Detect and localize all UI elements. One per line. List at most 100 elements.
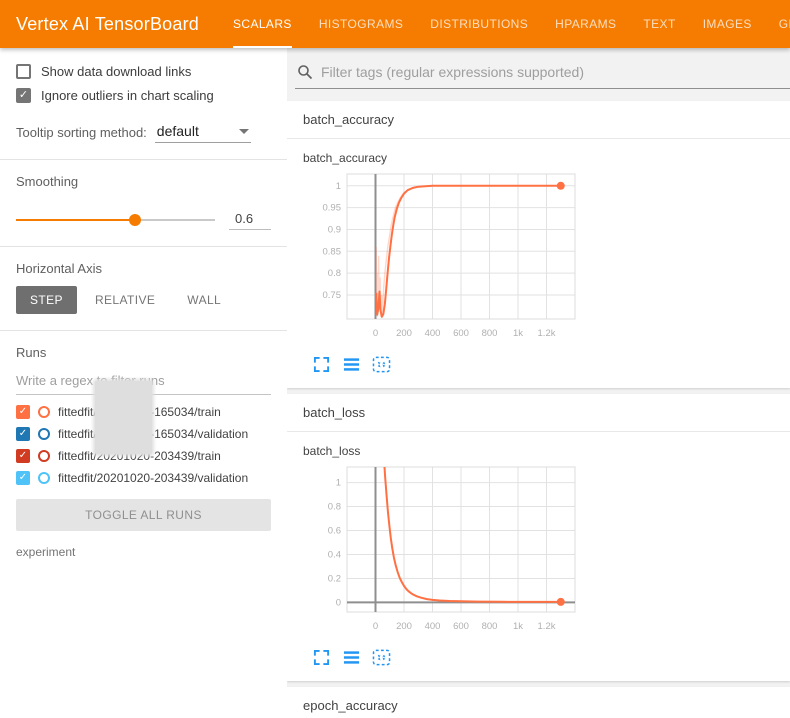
ignore-outliers-checkbox[interactable]: ✓ Ignore outliers in chart scaling (16, 88, 271, 103)
svg-text:1k: 1k (513, 621, 523, 632)
smoothing-slider[interactable] (16, 213, 215, 227)
divider (0, 159, 287, 160)
tab-label: DISTRIBUTIONS (430, 17, 528, 31)
svg-text:200: 200 (396, 621, 412, 632)
checkbox-icon: ✓ (16, 88, 31, 103)
svg-text:0.4: 0.4 (328, 549, 341, 560)
scalar-chart[interactable]: 02004006008001k1.2k0.750.80.850.90.951 (303, 167, 589, 350)
tag-card: batch_loss batch_loss 0 200 400 600 800 1k 1.2… (287, 394, 790, 681)
run-label: fittedfit/20201020-203439/validation (58, 471, 248, 485)
fit-domain-icon[interactable] (371, 647, 391, 667)
tab-label: GRAPHS (779, 17, 790, 31)
divider (0, 246, 287, 247)
tab-label: TEXT (643, 17, 675, 31)
run-checkbox-icon[interactable]: ✓ (16, 449, 30, 463)
run-radio-icon[interactable] (38, 428, 50, 440)
axis-step-button[interactable]: STEP (16, 286, 77, 314)
checkbox-icon (16, 64, 31, 79)
svg-text:0.6: 0.6 (328, 526, 341, 537)
fit-domain-icon[interactable] (371, 354, 391, 374)
smoothing-label: Smoothing (16, 174, 271, 189)
tab-label: IMAGES (703, 17, 752, 31)
chart-actions (311, 354, 774, 374)
tab-label: SCALARS (233, 17, 292, 31)
scalar-chart[interactable]: 02004006008001k1.2k00.20.40.60.81 (303, 460, 589, 643)
runs-label: Runs (16, 345, 271, 360)
main-panel: batch_accuracy batch_accuracy 0200400600… (287, 48, 790, 718)
tab-label: HPARAMS (555, 17, 616, 31)
svg-text:1: 1 (336, 181, 341, 192)
card-body: batch_loss 0 200 400 600 800 1k 1.2k 0 0.2 0.4 0.6… (287, 432, 790, 681)
checkbox-label: Ignore outliers in chart scaling (41, 88, 214, 103)
axis-relative-button[interactable]: RELATIVE (81, 286, 169, 314)
chart-actions (311, 647, 774, 667)
checkbox-label: Show data download links (41, 64, 191, 79)
tensorboard-app: Vertex AI TensorBoard SCALARS HISTOGRAMS D… (0, 0, 790, 718)
tab-scalars[interactable]: SCALARS (233, 0, 292, 48)
run-checkbox-icon[interactable]: ✓ (16, 427, 30, 441)
svg-text:0.8: 0.8 (328, 268, 341, 279)
toggle-all-runs-button[interactable]: TOGGLE ALL RUNS (16, 499, 271, 531)
tab-graphs[interactable]: GRAPHS (779, 0, 790, 48)
svg-text:0.9: 0.9 (328, 224, 341, 235)
run-checkbox-icon[interactable]: ✓ (16, 471, 30, 485)
slider-thumb[interactable] (129, 214, 141, 226)
run-label: fittedfit/20201020-165034/validation (58, 427, 248, 441)
data-series-icon[interactable] (341, 647, 361, 667)
app-header: Vertex AI TensorBoard SCALARS HISTOGRAMS D… (0, 0, 790, 48)
tab-distributions[interactable]: DISTRIBUTIONS (430, 0, 528, 48)
svg-text:0: 0 (373, 621, 378, 632)
tab-histograms[interactable]: HISTOGRAMS (319, 0, 403, 48)
card-title[interactable]: epoch_accuracy (287, 687, 790, 718)
tab-images[interactable]: IMAGES (703, 0, 752, 48)
svg-text:800: 800 (482, 328, 498, 339)
tab-bar: SCALARS HISTOGRAMS DISTRIBUTIONS HPARAMS TEX… (233, 0, 790, 48)
card-title[interactable]: batch_accuracy (287, 101, 790, 139)
svg-text:0.85: 0.85 (323, 246, 342, 257)
chart-title: batch_loss (303, 444, 774, 458)
show-download-links-checkbox[interactable]: Show data download links (16, 64, 271, 79)
svg-text:0: 0 (373, 328, 378, 339)
svg-text:1.2k: 1.2k (538, 621, 556, 632)
run-radio-icon[interactable] (38, 472, 50, 484)
run-radio-icon[interactable] (38, 450, 50, 462)
svg-text:400: 400 (425, 621, 441, 632)
svg-text:600: 600 (453, 328, 469, 339)
divider (0, 330, 287, 331)
tab-hparams[interactable]: HPARAMS (555, 0, 616, 48)
data-series-icon[interactable] (341, 354, 361, 374)
search-icon (297, 64, 313, 80)
smoothing-value-field[interactable]: 0.6 (229, 209, 271, 230)
card-list: batch_accuracy batch_accuracy 0200400600… (287, 101, 790, 718)
svg-text:0.75: 0.75 (323, 290, 342, 301)
chevron-down-icon (239, 129, 249, 134)
run-radio-icon[interactable] (38, 406, 50, 418)
axis-wall-button[interactable]: WALL (173, 286, 235, 314)
card-body: batch_accuracy 02004006008001k1.2k0.750.… (287, 139, 790, 388)
app-title: Vertex AI TensorBoard (16, 14, 199, 35)
svg-text:0: 0 (336, 597, 341, 608)
svg-text:0.95: 0.95 (323, 203, 342, 214)
svg-text:600: 600 (453, 621, 469, 632)
tooltip-sorting-label: Tooltip sorting method: (16, 125, 147, 140)
svg-text:0.2: 0.2 (328, 573, 341, 584)
redaction-overlay (95, 381, 152, 454)
tag-filter-input[interactable] (321, 64, 788, 80)
fullscreen-icon[interactable] (311, 354, 331, 374)
tag-card: epoch_accuracy (287, 687, 790, 718)
horizontal-axis-label: Horizontal Axis (16, 261, 271, 276)
tag-card: batch_accuracy batch_accuracy 0200400600… (287, 101, 790, 388)
tag-filter (295, 60, 790, 89)
tab-text[interactable]: TEXT (643, 0, 675, 48)
run-row[interactable]: ✓ fittedfit/20201020-203439/validation (16, 471, 271, 485)
fullscreen-icon[interactable] (311, 647, 331, 667)
tooltip-sorting-value: default (157, 123, 199, 139)
svg-text:400: 400 (425, 328, 441, 339)
card-title[interactable]: batch_loss (287, 394, 790, 432)
run-checkbox-icon[interactable]: ✓ (16, 405, 30, 419)
svg-text:800: 800 (482, 621, 498, 632)
svg-text:200: 200 (396, 328, 412, 339)
tooltip-sorting-select[interactable]: default (155, 121, 251, 143)
slider-fill (16, 219, 135, 221)
svg-text:1: 1 (336, 478, 341, 489)
